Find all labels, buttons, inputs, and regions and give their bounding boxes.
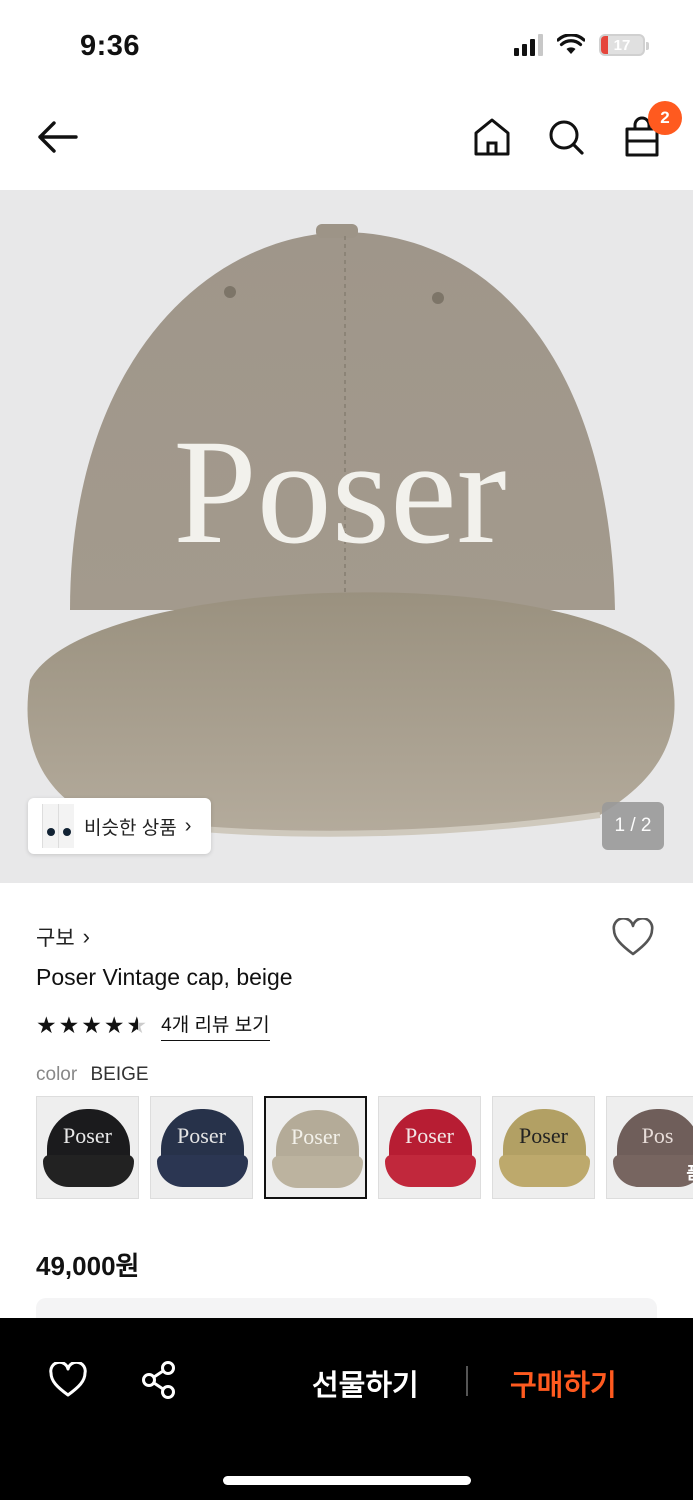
similar-products-button[interactable]: 비슷한 상품 › — [28, 798, 212, 854]
status-indicators: 17 — [514, 34, 649, 56]
star-icon: ★ — [58, 1012, 80, 1038]
swatch-cap-text: Poser — [63, 1123, 112, 1148]
cart-button[interactable]: 2 — [622, 101, 682, 159]
gift-button[interactable]: 선물하기 — [312, 1362, 419, 1404]
color-swatch-list: Poser Poser Poser Poser Poser Pos 품 — [36, 1096, 693, 1199]
search-icon[interactable] — [546, 115, 586, 159]
chevron-right-icon: › — [82, 924, 90, 949]
bottom-action-bar: 선물하기 구매하기 — [0, 1318, 693, 1500]
brand-name: 구보 — [36, 927, 75, 950]
heart-icon[interactable] — [611, 918, 655, 958]
color-swatch[interactable]: Pos 품 — [606, 1096, 693, 1199]
battery-level: 17 — [613, 36, 631, 54]
chevron-right-icon: › — [184, 814, 192, 837]
heart-icon[interactable] — [48, 1362, 88, 1398]
product-image: Poser — [27, 224, 675, 837]
product-title: Poser Vintage cap, beige — [36, 964, 293, 990]
swatch-overlay-label: 품 — [686, 1159, 693, 1184]
swatch-cap-text: Pos — [641, 1123, 674, 1148]
battery-icon: 17 — [599, 34, 649, 56]
home-indicator — [223, 1476, 471, 1485]
similar-products-label: 비슷한 상품 — [84, 817, 177, 839]
svg-text:Poser: Poser — [173, 409, 506, 575]
divider — [466, 1366, 468, 1396]
color-swatch[interactable]: Poser — [36, 1096, 139, 1199]
cellular-signal-icon — [514, 34, 543, 56]
status-time: 9:36 — [80, 30, 141, 62]
star-icon: ★ — [36, 1012, 57, 1038]
share-icon[interactable] — [140, 1360, 178, 1400]
star-icon: ★ — [103, 1012, 125, 1038]
color-label: color — [36, 1064, 78, 1085]
home-icon[interactable] — [472, 115, 512, 159]
swatch-cap-text: Poser — [291, 1124, 340, 1149]
color-swatch[interactable]: Poser — [150, 1096, 253, 1199]
color-swatch-selected[interactable]: Poser — [264, 1096, 367, 1199]
color-swatch[interactable]: Poser — [378, 1096, 481, 1199]
similar-products-thumbnails — [42, 804, 74, 848]
star-icon: ★ — [81, 1012, 102, 1038]
brand-link[interactable]: 구보 › — [36, 922, 90, 952]
rating-row: ★ ★ ★ ★ ★ 4개 리뷰 보기 — [36, 1010, 270, 1041]
swatch-cap-text: Poser — [519, 1123, 568, 1148]
back-arrow-icon[interactable] — [34, 117, 80, 157]
product-image-carousel[interactable]: Poser 비슷한 상품 › 1 / 2 — [0, 190, 693, 883]
buy-button[interactable]: 구매하기 — [510, 1362, 617, 1404]
swatch-cap-text: Poser — [177, 1123, 226, 1148]
status-bar: 9:36 17 — [0, 0, 693, 90]
product-price: 49,000원 — [36, 1251, 140, 1281]
top-nav: 2 — [0, 95, 693, 180]
color-swatch[interactable]: Poser — [492, 1096, 595, 1199]
cart-count-badge: 2 — [648, 101, 682, 135]
swatch-cap-text: Poser — [405, 1123, 454, 1148]
image-page-indicator: 1 / 2 — [602, 802, 664, 850]
half-star-icon: ★ — [126, 1012, 148, 1038]
wifi-icon — [557, 34, 585, 54]
rating-stars: ★ ★ ★ ★ ★ — [36, 1014, 147, 1037]
color-value: BEIGE — [90, 1064, 149, 1085]
reviews-link[interactable]: 4개 리뷰 보기 — [161, 1010, 270, 1041]
color-row: color BEIGE — [36, 1064, 149, 1086]
